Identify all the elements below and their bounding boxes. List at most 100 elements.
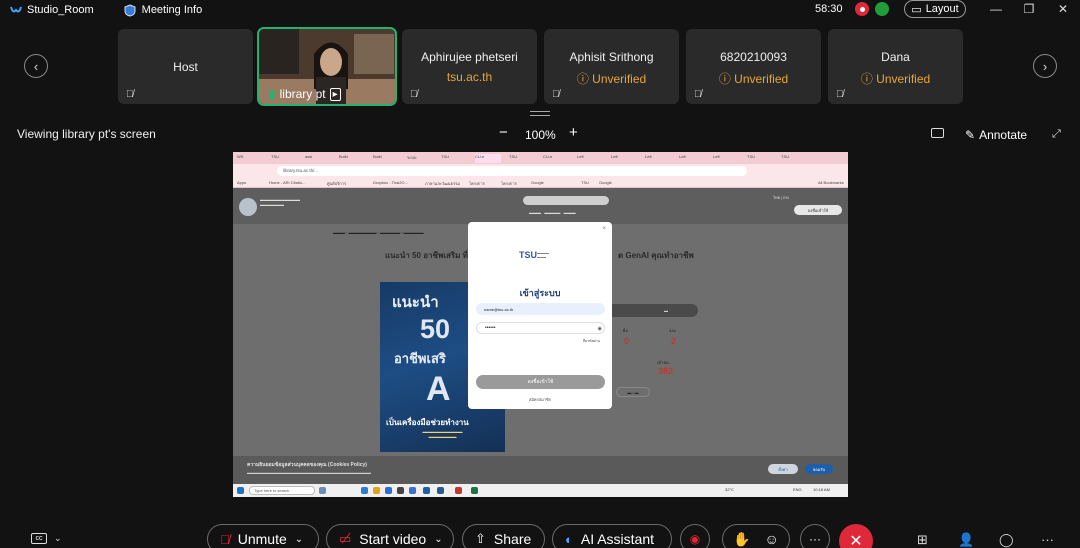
end-meeting-button[interactable]: ✕ (839, 524, 873, 548)
more-options-button[interactable]: ··· (800, 524, 830, 548)
bookmark-item[interactable]: โครงการ (501, 180, 517, 187)
taskbar-app-icon[interactable] (385, 487, 392, 494)
more-panels-icon[interactable]: ··· (1041, 532, 1054, 547)
participant-video-active[interactable]: ▮ library pt ▸ (257, 27, 397, 106)
taskbar-app-icon[interactable] (437, 487, 444, 494)
windows-start-icon[interactable] (237, 487, 244, 494)
forgot-password-link[interactable]: ลืมรหัสผ่าน (583, 338, 600, 344)
browser-tab[interactable]: Left (645, 154, 671, 163)
apps-icon[interactable]: ⊞ (917, 532, 928, 548)
taskbar-search-input[interactable]: Type here to search (249, 486, 315, 495)
taskbar-app-icon[interactable] (319, 487, 326, 494)
annotate-button[interactable]: ✎ Annotate (965, 128, 1027, 142)
participant-tile-1[interactable]: Aphirujee phetseri tsu.ac.th 🎙̸ (402, 29, 537, 104)
close-icon[interactable]: × (602, 226, 606, 232)
browser-tab[interactable]: Left (713, 154, 739, 163)
cookie-accept-button[interactable]: ยอมรับ (805, 464, 833, 474)
unmute-button[interactable]: 🎙̸ Unmute ⌄ (207, 524, 319, 548)
bookmark-item[interactable]: TSU (581, 180, 589, 185)
eye-icon[interactable]: ◉ (598, 326, 602, 332)
small-action-button[interactable]: ▬ / ▬ (616, 387, 650, 397)
participants-next-button[interactable]: › (1033, 54, 1057, 78)
chevron-down-icon[interactable]: ⌄ (54, 533, 62, 544)
fullscreen-icon[interactable]: ⤢ (1052, 128, 1061, 141)
participants-icon[interactable]: 👤 (958, 532, 974, 548)
taskbar-app-icon[interactable] (361, 487, 368, 494)
taskbar-weather[interactable]: 32°C (725, 487, 734, 492)
site-header: ▬▬▬▬▬▬▬▬▬▬ ▬▬▬▬▬▬ ▬▬▬ ▬▬▬▬ ▬▬▬ ไทย | EN ล… (233, 188, 848, 224)
taskbar-app-icon[interactable] (471, 487, 478, 494)
participant-tile-4[interactable]: Dana ⓘ Unverified 🎙̸ (828, 29, 963, 104)
participant-tile-host[interactable]: Host 🎙̸ (118, 29, 253, 104)
layout-button[interactable]: ▭ Layout (904, 0, 966, 18)
browser-tab[interactable]: TSU (271, 154, 297, 163)
unverified-badge: ⓘ Unverified (576, 72, 647, 86)
participant-tile-2[interactable]: Aphisit Srithong ⓘ Unverified 🎙̸ (544, 29, 679, 104)
meeting-info-label: Meeting Info (141, 4, 203, 16)
taskbar-clock[interactable]: 10:18 AM (813, 487, 830, 492)
bookmark-item[interactable]: Dropbox - ThaiJO... (373, 180, 408, 185)
email-field[interactable]: name@tsu.ac.th (476, 303, 605, 315)
taskbar-app-icon[interactable] (397, 487, 404, 494)
ai-assistant-button[interactable]: ◐ AI Assistant (552, 524, 672, 548)
restore-button[interactable]: ❐ (1021, 2, 1037, 16)
site-login-button[interactable]: ลงชื่อเข้าใช้ (794, 205, 842, 215)
register-link[interactable]: สมัครสมาชิก (468, 396, 612, 403)
taskbar-app-icon[interactable] (455, 487, 462, 494)
resize-grip-icon[interactable] (530, 111, 550, 116)
browser-tab[interactable]: ระบบ (407, 154, 433, 163)
taskbar-app-icon[interactable] (409, 487, 416, 494)
browser-tab[interactable]: TSU (747, 154, 773, 163)
zoom-out-button[interactable]: − (499, 124, 508, 141)
raise-hand-icon[interactable]: ✋ (733, 531, 750, 548)
browser-tab[interactable]: Bulki (339, 154, 365, 163)
browser-tab[interactable]: Left (611, 154, 637, 163)
bookmark-item[interactable]: โครงการ (469, 180, 485, 187)
bookmark-item[interactable]: ภาษาและวัฒนธรรม (425, 180, 460, 187)
participants-prev-button[interactable]: ‹ (24, 54, 48, 78)
bookmark-item[interactable]: Home - ARI Citatio... (269, 180, 305, 185)
browser-tab[interactable]: WS (237, 154, 263, 163)
browser-tab[interactable]: TSU (781, 154, 807, 163)
bookmark-item[interactable]: Google (531, 180, 544, 185)
recording-icon[interactable] (855, 2, 869, 16)
browser-tab-active[interactable]: CU-e (475, 154, 501, 163)
shared-screen[interactable]: WS TSU assi Bulki Bulki ระบบ TSU CU-e TS… (233, 152, 848, 497)
network-signal-icon[interactable] (875, 2, 889, 16)
zoom-in-button[interactable]: + (569, 124, 578, 141)
participant-tile-3[interactable]: 6820210093 ⓘ Unverified 🎙̸ (686, 29, 821, 104)
share-button[interactable]: ⇧ Share (462, 524, 545, 548)
layout-icon: ▭ (911, 3, 922, 16)
browser-tab[interactable]: TSU (441, 154, 467, 163)
all-bookmarks[interactable]: All Bookmarks (818, 180, 844, 185)
close-window-button[interactable]: ✕ (1055, 2, 1071, 16)
browser-tab[interactable]: assi (305, 154, 331, 163)
popout-icon[interactable] (931, 128, 944, 138)
closed-captions-button[interactable]: cc (31, 533, 47, 544)
browser-tab[interactable]: TSU (509, 154, 535, 163)
site-search-input[interactable] (523, 196, 609, 205)
emoji-icon[interactable]: ☺ (764, 531, 778, 547)
browser-tab[interactable]: Left (577, 154, 603, 163)
ai-assistant-label: AI Assistant (580, 531, 655, 547)
taskbar-language[interactable]: ENG (793, 487, 802, 492)
meeting-info-button[interactable]: Meeting Info (124, 3, 203, 17)
bookmark-item[interactable]: Google (599, 180, 612, 185)
start-video-button[interactable]: ▭̸ Start video ⌄ (326, 524, 454, 548)
login-button[interactable]: ลงชื่อเข้าใช้ (476, 375, 605, 389)
language-switch[interactable]: ไทย | EN (773, 194, 789, 201)
bookmark-item[interactable]: Apps (237, 180, 246, 185)
mic-muted-icon: 🎙̸ (126, 89, 134, 100)
taskbar-app-icon[interactable] (423, 487, 430, 494)
bookmark-item[interactable]: ศูนย์บริการ (327, 180, 346, 187)
browser-tab[interactable]: Left (679, 154, 705, 163)
browser-tab[interactable]: CU-e (543, 154, 569, 163)
chat-icon[interactable]: ◯ (999, 532, 1014, 548)
url-input[interactable]: library.tsu.ac.th/... (277, 166, 747, 176)
password-field[interactable]: •••••• (476, 322, 605, 334)
minimize-button[interactable]: — (988, 2, 1004, 16)
record-button[interactable]: ◉ (680, 524, 710, 548)
taskbar-app-icon[interactable] (373, 487, 380, 494)
browser-tab[interactable]: Bulki (373, 154, 399, 163)
cookie-settings-button[interactable]: ตั้งค่า (768, 464, 798, 474)
